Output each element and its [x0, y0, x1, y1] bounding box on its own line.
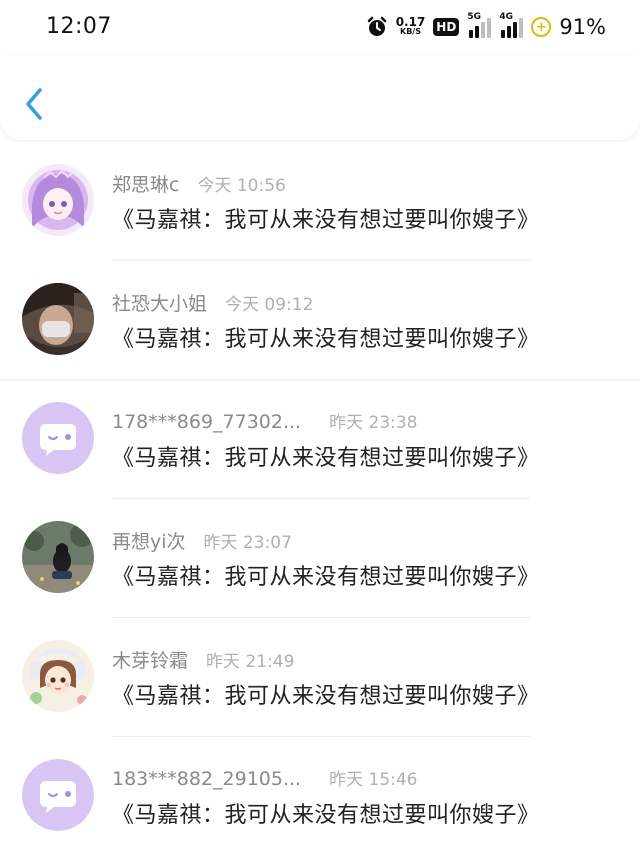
comment-item[interactable]: 木芽铃霜 昨天 21:49 《马嘉祺：我可从来没有想过要叫你嫂子》	[0, 618, 640, 737]
comment-username[interactable]: 183***882_29105...	[112, 768, 301, 790]
comment-text: 《马嘉祺：我可从来没有想过要叫你嫂子》	[112, 684, 540, 709]
default-chat-avatar[interactable]	[22, 759, 94, 831]
comment-item[interactable]: 183***882_29105... 昨天 15:46 《马嘉祺：我可从来没有想…	[0, 737, 640, 856]
comment-item[interactable]: 178***869_77302... 昨天 23:38 《马嘉祺：我可从来没有想…	[0, 380, 640, 499]
comment-username[interactable]: 178***869_77302...	[112, 411, 301, 433]
comment-username[interactable]: 再想yi次	[112, 527, 186, 554]
comment-meta: 178***869_77302... 昨天 23:38	[112, 408, 418, 433]
network-speed-value: 0.17	[395, 15, 426, 29]
comment-timestamp: 昨天 23:07	[203, 533, 292, 553]
comment-meta: 183***882_29105... 昨天 15:46	[112, 765, 418, 790]
photo-avatar[interactable]	[22, 283, 94, 355]
comment-text: 《马嘉祺：我可从来没有想过要叫你嫂子》	[112, 327, 540, 352]
comment-timestamp: 昨天 15:46	[329, 770, 418, 790]
hd-icon: HD	[433, 18, 460, 36]
signal-4g-icon: 4G	[499, 12, 524, 38]
header-bar	[0, 56, 640, 140]
comment-text: 《马嘉祺：我可从来没有想过要叫你嫂子》	[112, 565, 540, 590]
comment-username[interactable]: 木芽铃霜	[112, 646, 188, 673]
comment-meta: 木芽铃霜 昨天 21:49	[112, 646, 294, 673]
chevron-left-icon[interactable]	[22, 86, 48, 122]
battery-saver-icon: +	[531, 17, 552, 37]
signal-4g-tag: 4G	[499, 12, 513, 22]
comment-meta: 社恐大小姐 今天 09:12	[112, 289, 313, 316]
comment-item[interactable]: 社恐大小姐 今天 09:12 《马嘉祺：我可从来没有想过要叫你嫂子》	[0, 261, 640, 380]
signal-5g-icon: 5G	[467, 12, 492, 38]
comment-item[interactable]: 再想yi次 昨天 23:07 《马嘉祺：我可从来没有想过要叫你嫂子》	[0, 499, 640, 618]
cartoon-girl-avatar[interactable]	[22, 640, 94, 712]
comment-text: 《马嘉祺：我可从来没有想过要叫你嫂子》	[112, 446, 540, 471]
comment-timestamp: 昨天 21:49	[206, 652, 295, 672]
battery-percent: 91%	[559, 15, 606, 39]
alarm-icon	[366, 16, 388, 38]
comment-meta: 再想yi次 昨天 23:07	[112, 527, 292, 554]
comment-text: 《马嘉祺：我可从来没有想过要叫你嫂子》	[112, 803, 540, 828]
comment-timestamp: 今天 09:12	[225, 295, 314, 315]
comment-timestamp: 今天 10:56	[197, 176, 286, 196]
network-speed: 0.17 KB/S	[395, 15, 426, 37]
comment-text: 《马嘉祺：我可从来没有想过要叫你嫂子》	[112, 208, 540, 233]
anime-girl-avatar[interactable]	[22, 164, 94, 236]
comment-list: 郑思琳c 今天 10:56 《马嘉祺：我可从来没有想过要叫你嫂子》 社恐大小姐 …	[0, 142, 640, 856]
network-speed-unit: KB/S	[400, 27, 421, 36]
comment-meta: 郑思琳c 今天 10:56	[112, 170, 286, 197]
status-icons: 0.17 KB/S HD 5G 4G + 91%	[366, 12, 606, 42]
comment-item[interactable]: 郑思琳c 今天 10:56 《马嘉祺：我可从来没有想过要叫你嫂子》	[0, 142, 640, 261]
signal-5g-tag: 5G	[467, 12, 481, 22]
comment-timestamp: 昨天 23:38	[329, 413, 418, 433]
status-time: 12:07	[46, 14, 112, 39]
comment-username[interactable]: 社恐大小姐	[112, 289, 207, 316]
status-bar: 12:07 0.17 KB/S HD 5G 4G + 91%	[0, 0, 640, 56]
comment-username[interactable]: 郑思琳c	[112, 170, 179, 197]
default-chat-avatar[interactable]	[22, 402, 94, 474]
photo-avatar[interactable]	[22, 521, 94, 593]
